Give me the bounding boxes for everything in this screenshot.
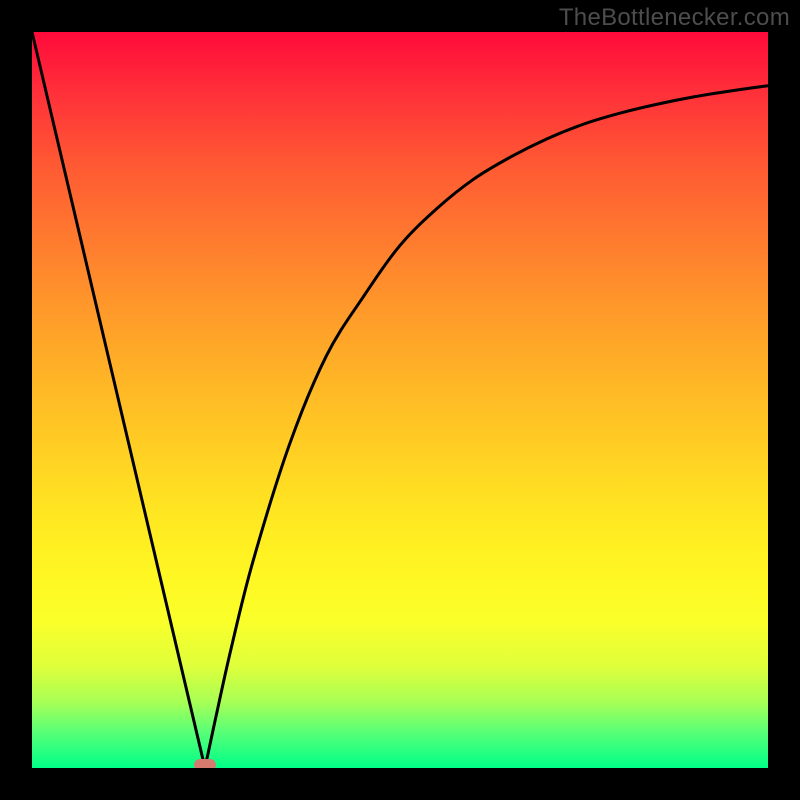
plot-area [32,32,768,768]
bottleneck-curve [32,32,768,768]
optimal-point-marker [194,759,216,768]
watermark-text: TheBottlenecker.com [559,4,790,32]
